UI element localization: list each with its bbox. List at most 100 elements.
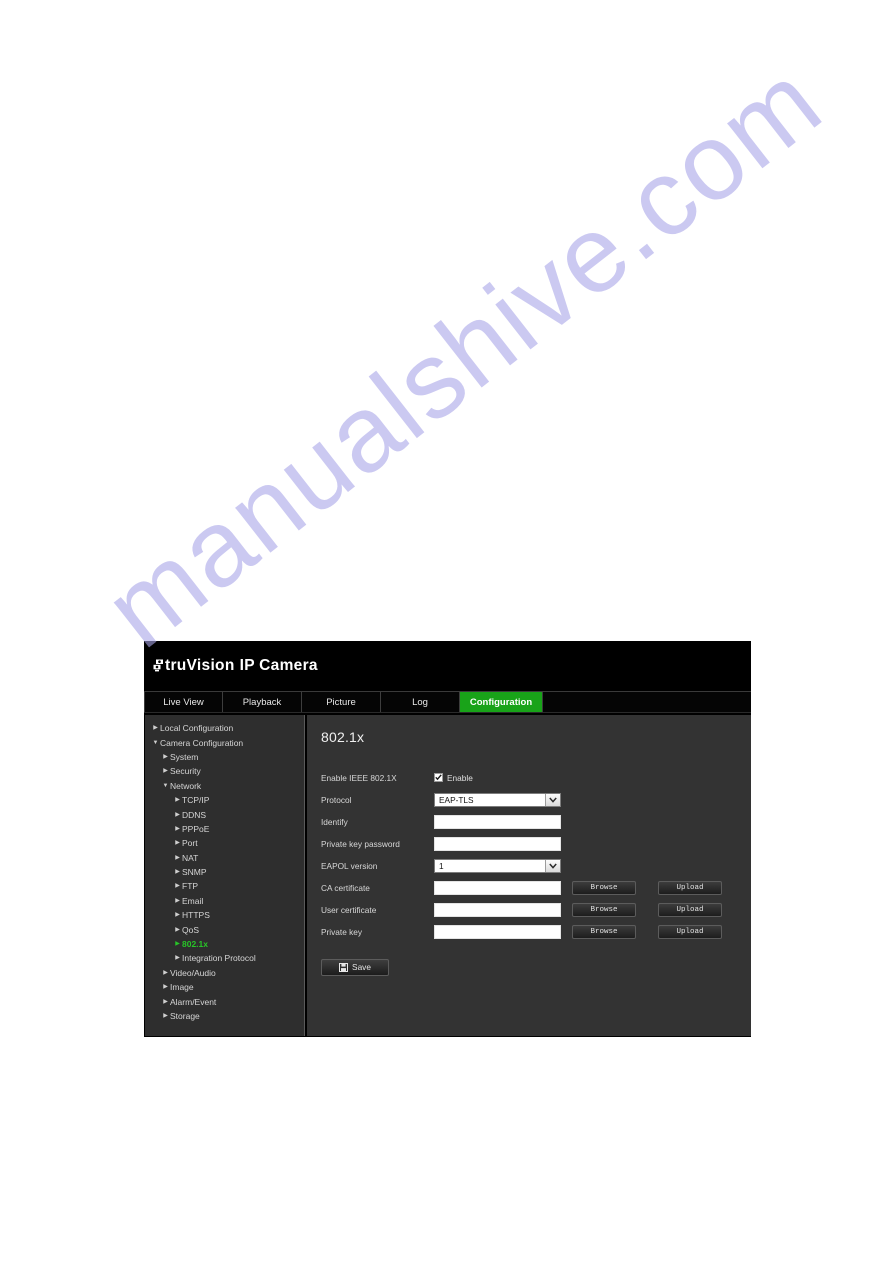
page-watermark: manualshive.com <box>0 0 893 1263</box>
sidebar-item-label: QoS <box>182 924 200 935</box>
sidebar-item-label: SNMP <box>182 867 207 878</box>
chevron-down-icon: ▼ <box>152 739 159 746</box>
chevron-right-icon: ▶ <box>163 1013 168 1019</box>
sidebar-item-https[interactable]: ▶ HTTPS <box>145 908 304 922</box>
chevron-right-icon: ▶ <box>175 840 180 847</box>
save-button[interactable]: Save <box>321 958 389 976</box>
sidebar-item-qos[interactable]: ▶ QoS <box>145 922 304 936</box>
sidebar-item-camera-configuration[interactable]: ▼ Camera Configuration <box>145 735 304 749</box>
chevron-right-icon: ▶ <box>175 955 180 962</box>
sidebar-item-storage[interactable]: ▶ Storage <box>145 1009 304 1023</box>
sidebar-item-snmp[interactable]: ▶ SNMP <box>145 865 304 879</box>
camera-web-interface: truVision IP Camera Live View Playback Pi… <box>144 641 751 1037</box>
brand-name: truVision <box>165 657 235 675</box>
private-key-input[interactable] <box>434 924 561 939</box>
sidebar-item-network[interactable]: ▼ Network <box>145 779 304 793</box>
label-identify: Identify <box>321 816 348 827</box>
tab-configuration[interactable]: Configuration <box>460 692 543 712</box>
ca-certificate-browse-button[interactable]: Browse <box>572 880 636 895</box>
sidebar-item-label: Camera Configuration <box>160 737 244 748</box>
label-eapol-version: EAPOL version <box>321 860 378 871</box>
protocol-select[interactable]: EAP-TLS <box>434 792 561 807</box>
sidebar-item-label: Security <box>170 766 201 777</box>
sidebar-item-image[interactable]: ▶ Image <box>145 980 304 994</box>
label-ca-certificate: CA certificate <box>321 882 370 893</box>
save-row: Save <box>321 958 751 976</box>
sidebar-item-alarm-event[interactable]: ▶ Alarm/Event <box>145 994 304 1008</box>
chevron-down-glyph <box>549 863 557 869</box>
row-user-certificate: User certificate Browse Upload <box>321 899 751 921</box>
brand-text: truVision IP Camera <box>165 658 318 674</box>
sidebar-item-integration-protocol[interactable]: ▶ Integration Protocol <box>145 951 304 965</box>
sidebar-item-label: 802.1x <box>182 939 208 950</box>
user-certificate-upload-button[interactable]: Upload <box>658 902 722 917</box>
row-eapol-version: EAPOL version 1 <box>321 855 751 877</box>
app-header: truVision IP Camera <box>144 641 751 691</box>
sidebar-item-label: DDNS <box>182 809 207 820</box>
sidebar-item-local-configuration[interactable]: ▶ Local Configuration <box>145 721 304 735</box>
app-body: ▶ Local Configuration ▼ Camera Configura… <box>144 713 751 1036</box>
sidebar-item-label: FTP <box>182 881 199 892</box>
chevron-right-icon: ▶ <box>175 825 180 832</box>
chevron-down-icon: ▼ <box>162 782 169 789</box>
enable-8021x-checkbox[interactable]: Enable <box>434 773 473 783</box>
chevron-right-icon: ▶ <box>153 725 158 732</box>
tab-playback[interactable]: Playback <box>223 692 302 712</box>
sidebar-item-ddns[interactable]: ▶ DDNS <box>145 807 304 821</box>
chevron-down-glyph <box>549 797 557 803</box>
checkbox-box[interactable] <box>434 773 443 783</box>
label-user-certificate: User certificate <box>321 904 377 915</box>
user-certificate-input[interactable] <box>434 902 561 917</box>
row-private-key-password: Private key password <box>321 833 751 855</box>
row-ca-certificate: CA certificate Browse Upload <box>321 877 751 899</box>
ca-certificate-upload-button[interactable]: Upload <box>658 880 722 895</box>
private-key-browse-button[interactable]: Browse <box>572 924 636 939</box>
checkbox-label: Enable <box>447 772 473 783</box>
sidebar-item-video-audio[interactable]: ▶ Video/Audio <box>145 966 304 980</box>
sidebar-item-label: Alarm/Event <box>170 996 217 1007</box>
chevron-down-icon[interactable] <box>545 859 560 872</box>
sidebar-item-label: Image <box>170 982 194 993</box>
chevron-right-icon: ▶ <box>163 768 168 775</box>
chevron-right-icon: ▶ <box>175 811 180 818</box>
chevron-right-icon: ▶ <box>175 869 180 876</box>
sidebar-item-email[interactable]: ▶ Email <box>145 894 304 908</box>
watermark-text: manualshive.com <box>82 38 844 671</box>
brand-logo: truVision IP Camera <box>153 658 318 674</box>
sidebar-item-tcpip[interactable]: ▶ TCP/IP <box>145 793 304 807</box>
sidebar-item-system[interactable]: ▶ System <box>145 750 304 764</box>
check-icon <box>435 774 442 781</box>
ca-certificate-input[interactable] <box>434 880 561 895</box>
sidebar-item-label: System <box>170 751 199 762</box>
sidebar-item-nat[interactable]: ▶ NAT <box>145 851 304 865</box>
sidebar-item-pppoe[interactable]: ▶ PPPoE <box>145 822 304 836</box>
sidebar-item-802-1x[interactable]: ▶ 802.1x <box>145 937 304 951</box>
chevron-right-icon: ▶ <box>175 941 180 948</box>
main-tab-bar: Live View Playback Picture Log Configura… <box>144 691 751 713</box>
row-identify: Identify <box>321 811 751 833</box>
sidebar-item-port[interactable]: ▶ Port <box>145 836 304 850</box>
tab-picture[interactable]: Picture <box>302 692 381 712</box>
protocol-select-value: EAP-TLS <box>439 794 474 805</box>
identify-input[interactable] <box>434 814 561 829</box>
chevron-right-icon: ▶ <box>175 912 180 919</box>
camera-icon <box>153 659 163 672</box>
sidebar-item-label: NAT <box>182 852 199 863</box>
user-certificate-browse-button[interactable]: Browse <box>572 902 636 917</box>
sidebar-item-security[interactable]: ▶ Security <box>145 764 304 778</box>
eapol-version-select[interactable]: 1 <box>434 858 561 873</box>
tab-log[interactable]: Log <box>381 692 460 712</box>
sidebar-item-label: Integration Protocol <box>182 953 256 964</box>
sidebar-item-ftp[interactable]: ▶ FTP <box>145 879 304 893</box>
private-key-password-input[interactable] <box>434 836 561 851</box>
sidebar-item-label: Video/Audio <box>170 967 216 978</box>
page-title: 802.1x <box>321 729 365 745</box>
private-key-upload-button[interactable]: Upload <box>658 924 722 939</box>
product-name: IP Camera <box>239 657 318 675</box>
chevron-right-icon: ▶ <box>163 753 168 760</box>
save-icon <box>339 962 349 972</box>
tab-live-view[interactable]: Live View <box>144 692 223 712</box>
sidebar-item-label: Storage <box>170 1011 200 1021</box>
sidebar-item-label: TCP/IP <box>182 795 210 806</box>
chevron-down-icon[interactable] <box>545 793 560 806</box>
